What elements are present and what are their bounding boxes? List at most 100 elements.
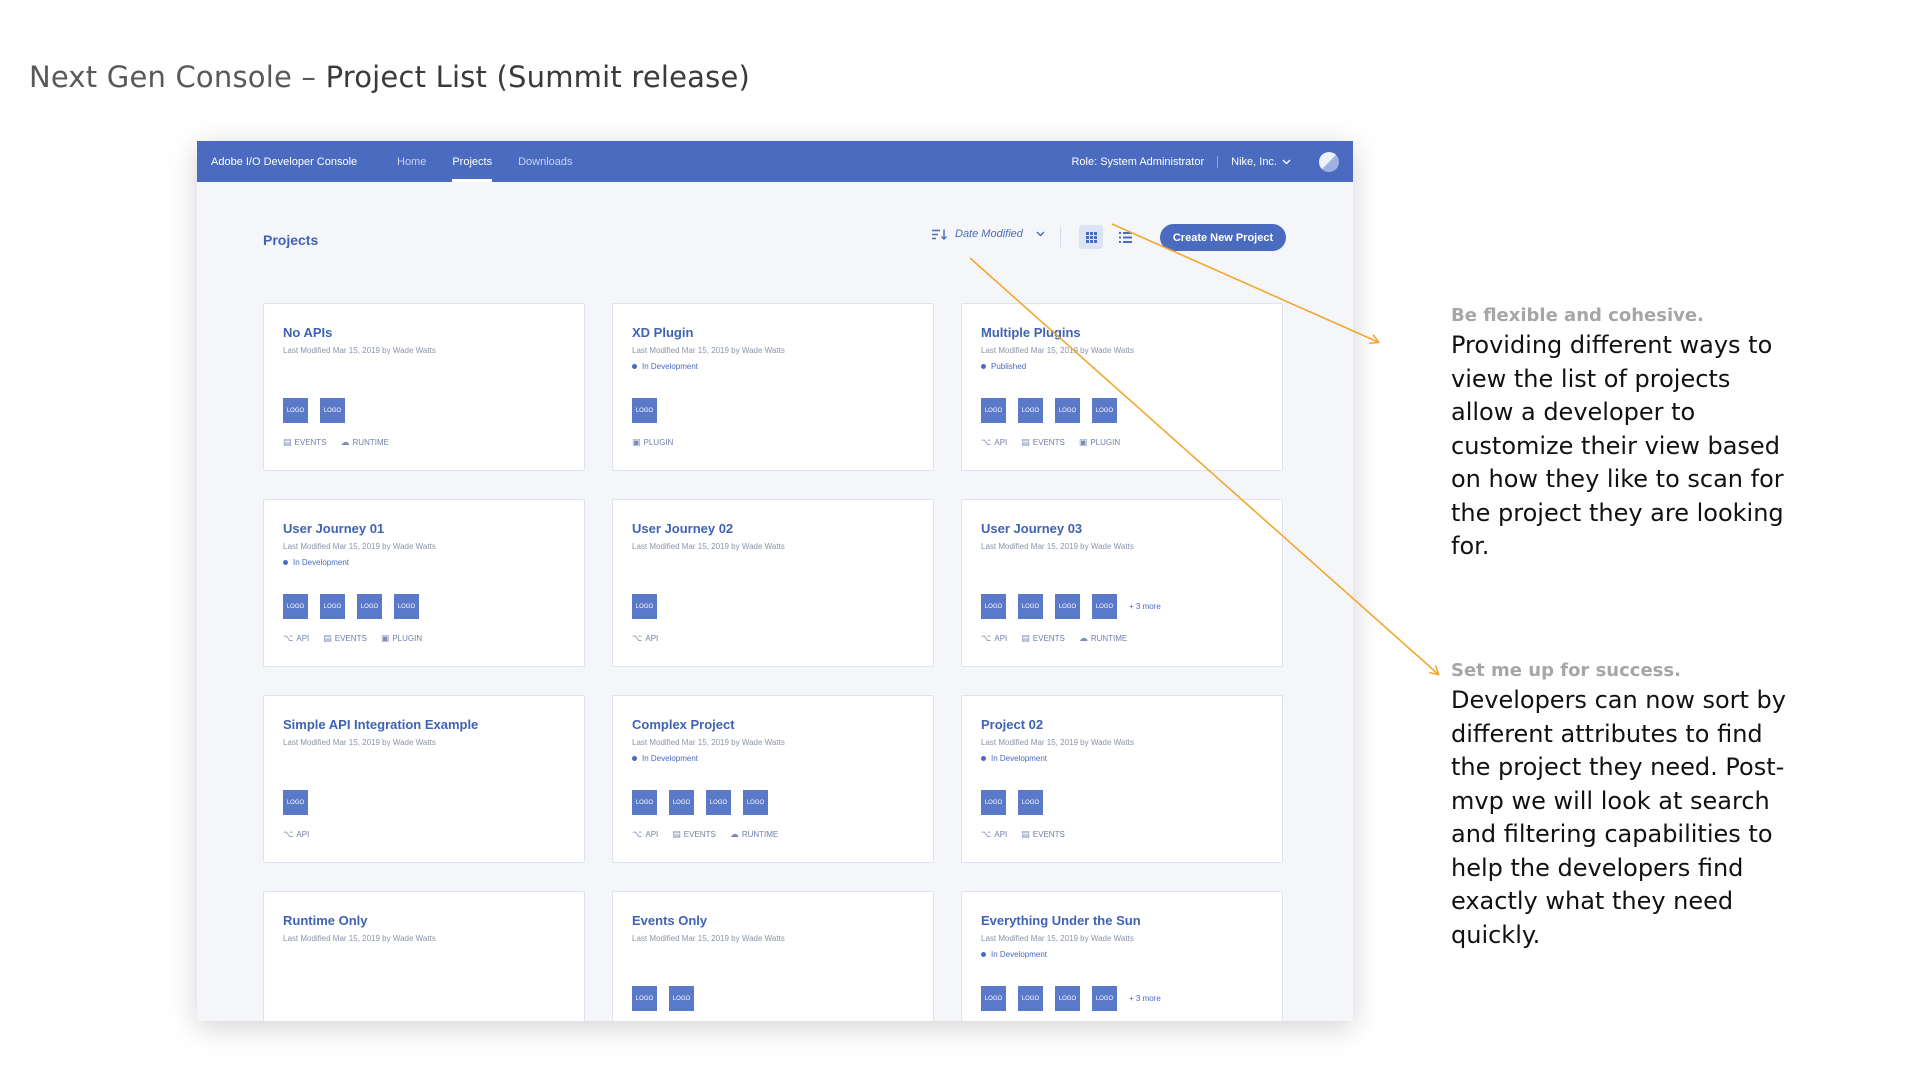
logo-tile: LOGO xyxy=(1055,594,1080,619)
project-card[interactable]: Runtime Only Last Modified Mar 15, 2019 b… xyxy=(263,891,585,1021)
tag-label: API xyxy=(296,830,310,839)
logo-row: LOGO LOGO xyxy=(981,790,1043,815)
list-view-button[interactable] xyxy=(1113,225,1137,249)
events-icon: ▤ xyxy=(1021,437,1030,447)
logo-tile: LOGO xyxy=(1092,594,1117,619)
grid-view-button[interactable] xyxy=(1079,225,1103,249)
project-card-title[interactable]: Everything Under the Sun xyxy=(981,913,1263,928)
status-dot-icon xyxy=(981,756,986,761)
events-icon: ▤ xyxy=(323,633,332,643)
nav-link-projects[interactable]: Projects xyxy=(452,141,492,182)
project-card-meta: Last Modified Mar 15, 2019 by Wade Watts xyxy=(632,934,785,943)
project-card-title[interactable]: No APIs xyxy=(283,325,565,340)
project-card-title[interactable]: User Journey 02 xyxy=(632,521,914,536)
status-badge: In Development xyxy=(283,558,565,567)
project-card[interactable]: XD Plugin Last Modified Mar 15, 2019 by W… xyxy=(612,303,934,471)
project-card[interactable]: User Journey 01 Last Modified Mar 15, 201… xyxy=(263,499,585,667)
status-dot-icon xyxy=(632,756,637,761)
tag-row: ▣ PLUGIN xyxy=(632,437,673,448)
tag-label: API xyxy=(645,634,659,643)
status-label: Published xyxy=(991,362,1027,371)
logo-tile: LOGO xyxy=(669,986,694,1011)
project-card-meta: Last Modified Mar 15, 2019 by Wade Watts xyxy=(283,738,436,747)
project-card[interactable]: User Journey 03 Last Modified Mar 15, 201… xyxy=(961,499,1283,667)
project-card-meta: Last Modified Mar 15, 2019 by Wade Watts xyxy=(283,542,436,551)
project-card-title[interactable]: Multiple Plugins xyxy=(981,325,1263,340)
project-card-title[interactable]: User Journey 03 xyxy=(981,521,1263,536)
project-card-title[interactable]: XD Plugin xyxy=(632,325,914,340)
slide-title: Next Gen Console – Project List (Summit … xyxy=(29,60,750,94)
tag-row: ⌥ API ▤ EVENTS ☁ RUNTIME xyxy=(632,829,778,840)
role-label: Role: System Administrator xyxy=(1071,155,1219,168)
project-card[interactable]: User Journey 02 Last Modified Mar 15, 201… xyxy=(612,499,934,667)
service-tag: ▤ EVENTS xyxy=(323,633,367,644)
sort-label: Date Modified xyxy=(955,228,1023,240)
tag-label: API xyxy=(296,634,310,643)
project-card[interactable]: Complex Project Last Modified Mar 15, 201… xyxy=(612,695,934,863)
api-icon: ⌥ xyxy=(632,633,643,643)
project-card-title[interactable]: Simple API Integration Example xyxy=(283,717,565,732)
service-tag: ⌥ API xyxy=(283,829,309,840)
nav-link-home[interactable]: Home xyxy=(397,141,426,182)
project-card-title[interactable]: Events Only xyxy=(632,913,914,928)
api-icon: ⌥ xyxy=(981,633,992,643)
annotation-heading: Be flexible and cohesive. xyxy=(1451,305,1704,326)
logo-tile: LOGO xyxy=(981,986,1006,1011)
runtime-icon: ☁ xyxy=(1078,633,1088,643)
org-switcher[interactable]: Nike, Inc. xyxy=(1231,156,1291,168)
tag-label: RUNTIME xyxy=(741,830,779,839)
tag-label: EVENTS xyxy=(1032,438,1065,447)
service-tag: ▣ PLUGIN xyxy=(632,437,673,448)
tag-row: ⌥ API ▤ EVENTS ☁ RUNTIME xyxy=(981,633,1127,644)
tag-row: ▤ EVENTS ☁ RUNTIME xyxy=(283,437,389,448)
logo-row: LOGO xyxy=(632,398,657,423)
project-card[interactable]: Multiple Plugins Last Modified Mar 15, 20… xyxy=(961,303,1283,471)
avatar-icon[interactable] xyxy=(1319,151,1339,172)
service-tag: ▣ PLUGIN xyxy=(381,633,422,644)
project-card[interactable]: Everything Under the Sun Last Modified Ma… xyxy=(961,891,1283,1021)
logo-row: LOGO LOGO LOGO LOGO xyxy=(632,790,768,815)
tag-label: PLUGIN xyxy=(643,438,674,447)
nav-link-downloads[interactable]: Downloads xyxy=(518,141,572,182)
logo-tile: LOGO xyxy=(357,594,382,619)
more-logos-link[interactable]: + 3 more xyxy=(1129,602,1161,611)
tag-row: ⌥ API xyxy=(632,633,658,644)
logo-tile: LOGO xyxy=(706,790,731,815)
project-card-title[interactable]: Project 02 xyxy=(981,717,1263,732)
status-badge: Published xyxy=(981,362,1263,371)
create-new-project-button[interactable]: Create New Project xyxy=(1160,224,1286,251)
project-card-meta: Last Modified Mar 15, 2019 by Wade Watts xyxy=(981,542,1134,551)
service-tag: ▣ PLUGIN xyxy=(1079,437,1120,448)
project-card[interactable]: Events Only Last Modified Mar 15, 2019 by… xyxy=(612,891,934,1021)
sort-icon xyxy=(932,229,947,240)
project-card-title[interactable]: Runtime Only xyxy=(283,913,565,928)
status-dot-icon xyxy=(981,952,986,957)
service-tag: ▤ EVENTS xyxy=(672,829,716,840)
logo-tile: LOGO xyxy=(1018,790,1043,815)
project-card-title[interactable]: User Journey 01 xyxy=(283,521,565,536)
toolbar: Projects Date Modified Create New Projec… xyxy=(197,182,1353,262)
sort-dropdown[interactable]: Date Modified xyxy=(932,228,1045,240)
project-card[interactable]: Simple API Integration Example Last Modif… xyxy=(263,695,585,863)
more-logos-link[interactable]: + 3 more xyxy=(1129,994,1161,1003)
project-card-title[interactable]: Complex Project xyxy=(632,717,914,732)
project-card[interactable]: No APIs Last Modified Mar 15, 2019 by Wad… xyxy=(263,303,585,471)
tag-row: ⌥ API ▤ EVENTS ▣ PLUGIN xyxy=(981,437,1120,448)
logo-tile: LOGO xyxy=(632,594,657,619)
logo-tile: LOGO xyxy=(1018,594,1043,619)
brand-label[interactable]: Adobe I/O Developer Console xyxy=(211,156,397,168)
status-label: In Development xyxy=(991,950,1048,959)
chevron-down-icon xyxy=(1282,159,1291,164)
status-badge: In Development xyxy=(981,754,1263,763)
project-card[interactable]: Project 02 Last Modified Mar 15, 2019 by … xyxy=(961,695,1283,863)
console-mockup: Adobe I/O Developer Console Home Project… xyxy=(197,141,1353,1021)
logo-tile: LOGO xyxy=(1055,398,1080,423)
logo-row: LOGO LOGO LOGO LOGO xyxy=(283,594,419,619)
logo-tile: LOGO xyxy=(283,398,308,423)
service-tag: ⌥ API xyxy=(981,437,1007,448)
org-label: Nike, Inc. xyxy=(1231,155,1277,168)
logo-tile: LOGO xyxy=(1018,986,1043,1011)
service-tag: ☁ RUNTIME xyxy=(1079,633,1127,644)
logo-tile: LOGO xyxy=(632,986,657,1011)
api-icon: ⌥ xyxy=(283,829,294,839)
